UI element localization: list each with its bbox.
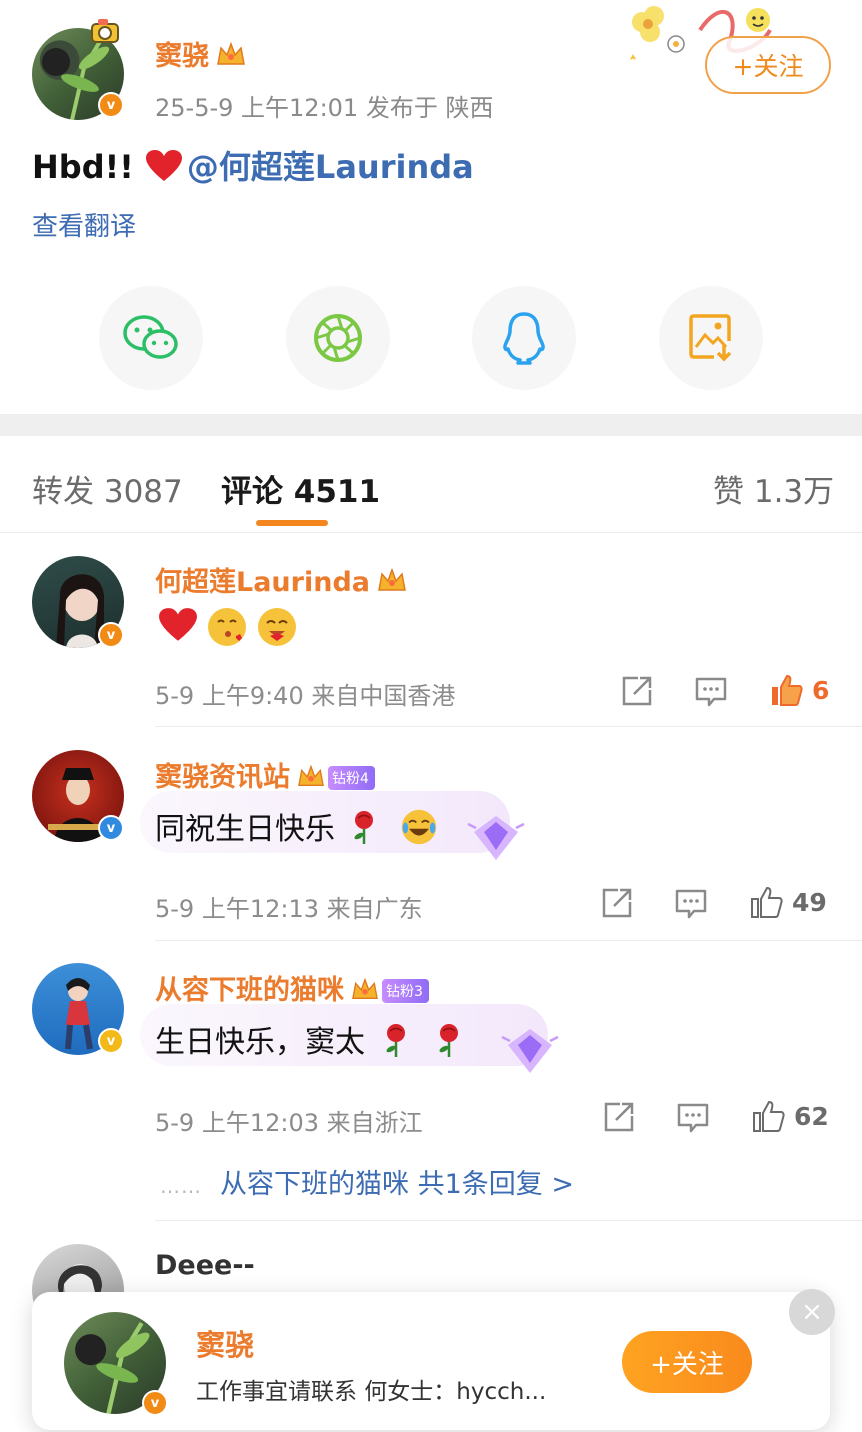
kiss-emoji-icon: [208, 608, 246, 646]
like-count: 6: [812, 675, 830, 705]
comment-author-text: 从容下班的猫咪: [155, 975, 344, 1006]
verified-badge-icon: v: [142, 1390, 168, 1416]
row-divider: [155, 1220, 862, 1221]
share-moments-button[interactable]: [286, 286, 390, 390]
verified-badge-icon: v: [98, 622, 124, 648]
repost-comment-button[interactable]: [600, 886, 634, 920]
comment-meta: 5-9 上午12:13 来自广东: [155, 895, 423, 923]
verified-badge-icon: v: [98, 92, 124, 118]
wechat-icon: [123, 315, 178, 359]
comment-text: 同祝生日快乐: [155, 804, 438, 848]
crown-icon: [298, 764, 324, 786]
comment-author-text: 何超莲Laurinda: [155, 567, 370, 598]
red-heart-icon: [145, 150, 182, 181]
diamond-fan-badge: 钻粉3: [382, 979, 429, 1003]
tab-likes[interactable]: 赞 1.3万: [713, 466, 834, 511]
comment-author-name[interactable]: Deee--: [155, 1250, 255, 1281]
comment-text: 生日快乐，窦太: [155, 1017, 464, 1061]
comment-icon: [695, 677, 727, 707]
like-count: 49: [792, 887, 827, 917]
reply-comment-button[interactable]: [674, 886, 708, 920]
popup-follow-button[interactable]: +关注: [622, 1331, 752, 1393]
like-button[interactable]: 49: [748, 884, 827, 920]
translate-link[interactable]: 查看翻译: [32, 206, 136, 243]
crown-icon: [217, 41, 245, 65]
repost-icon: [602, 888, 632, 918]
crown-icon: [352, 977, 378, 999]
qq-icon: [503, 312, 545, 365]
verified-badge-icon: v: [98, 1028, 124, 1054]
comment-author-text: 窦骁资讯站: [155, 762, 290, 793]
repost-icon: [604, 1102, 634, 1132]
repost-comment-button[interactable]: [602, 1100, 636, 1134]
diamond-fan-decoration: [467, 816, 525, 860]
verified-badge-icon: v: [98, 815, 124, 841]
red-heart-icon: [159, 608, 197, 641]
thumbs-up-icon: [753, 1100, 785, 1132]
thumbs-up-icon: [772, 674, 803, 706]
comment-meta: 5-9 上午12:03 来自浙江: [155, 1109, 423, 1137]
tab-comments[interactable]: 评论 4511: [221, 466, 380, 511]
comment-author-name[interactable]: 窦骁资讯站 钻粉4: [155, 755, 375, 794]
section-separator: [0, 414, 862, 436]
comment-text-body: 同祝生日快乐: [155, 812, 335, 847]
popup-user-description: 工作事宜请联系 何女士：hycch...: [196, 1379, 547, 1405]
thumbs-up-icon: [751, 886, 783, 918]
active-tab-indicator: [256, 520, 328, 526]
share-wechat-button[interactable]: [99, 286, 203, 390]
repost-icon: [622, 676, 652, 706]
post-text: Hbd!! @何超莲Laurinda: [32, 142, 474, 188]
camera-sticker-icon: [91, 19, 119, 43]
repost-comment-button[interactable]: [620, 674, 654, 708]
comment-icon: [677, 1103, 709, 1133]
comment-author-name[interactable]: 从容下班的猫咪 钻粉3: [155, 968, 429, 1007]
diamond-fan-decoration: [501, 1029, 559, 1073]
save-image-button[interactable]: [659, 286, 763, 390]
rose-icon: [386, 1024, 405, 1057]
comment-text-body: 生日快乐，窦太: [155, 1025, 365, 1060]
reply-comment-button[interactable]: [676, 1100, 710, 1134]
post-author-name[interactable]: 窦骁: [155, 34, 247, 73]
row-divider: [155, 940, 862, 941]
author-name-text: 窦骁: [155, 41, 209, 72]
rose-icon: [354, 811, 373, 844]
comment-emoji-row: [158, 606, 298, 648]
crown-icon: [378, 567, 406, 591]
mention-link[interactable]: @何超莲Laurinda: [187, 148, 474, 186]
comment-author-name[interactable]: 何超莲Laurinda: [155, 560, 408, 599]
popup-user-name[interactable]: 窦骁: [196, 1322, 254, 1364]
rose-icon: [439, 1024, 459, 1057]
view-replies-link[interactable]: …… 从容下班的猫咪 共1条回复 >: [160, 1162, 574, 1201]
reply-dots: ……: [160, 1174, 202, 1198]
like-button[interactable]: 6: [768, 672, 829, 708]
follow-button[interactable]: +关注: [705, 36, 831, 94]
view-replies-text: 从容下班的猫咪 共1条回复 >: [220, 1169, 574, 1200]
reply-comment-button[interactable]: [694, 674, 728, 708]
comment-icon: [675, 889, 707, 919]
save-image-icon: [689, 314, 732, 362]
tab-divider: [0, 532, 862, 533]
post-text-body: Hbd!!: [32, 148, 145, 186]
moments-icon: [314, 314, 362, 362]
hug-emoji-icon: [258, 608, 296, 646]
laughing-tears-emoji-icon: [401, 809, 437, 845]
close-icon[interactable]: ×: [789, 1289, 835, 1335]
like-button[interactable]: 62: [750, 1098, 829, 1134]
post-timestamp: 25-5-9 上午12:01 发布于 陕西: [155, 94, 494, 122]
like-count: 62: [794, 1101, 829, 1131]
diamond-fan-badge: 钻粉4: [328, 766, 375, 790]
share-qq-button[interactable]: [472, 286, 576, 390]
comment-meta: 5-9 上午9:40 来自中国香港: [155, 682, 456, 710]
row-divider: [155, 726, 862, 727]
tab-repost[interactable]: 转发 3087: [32, 466, 183, 511]
